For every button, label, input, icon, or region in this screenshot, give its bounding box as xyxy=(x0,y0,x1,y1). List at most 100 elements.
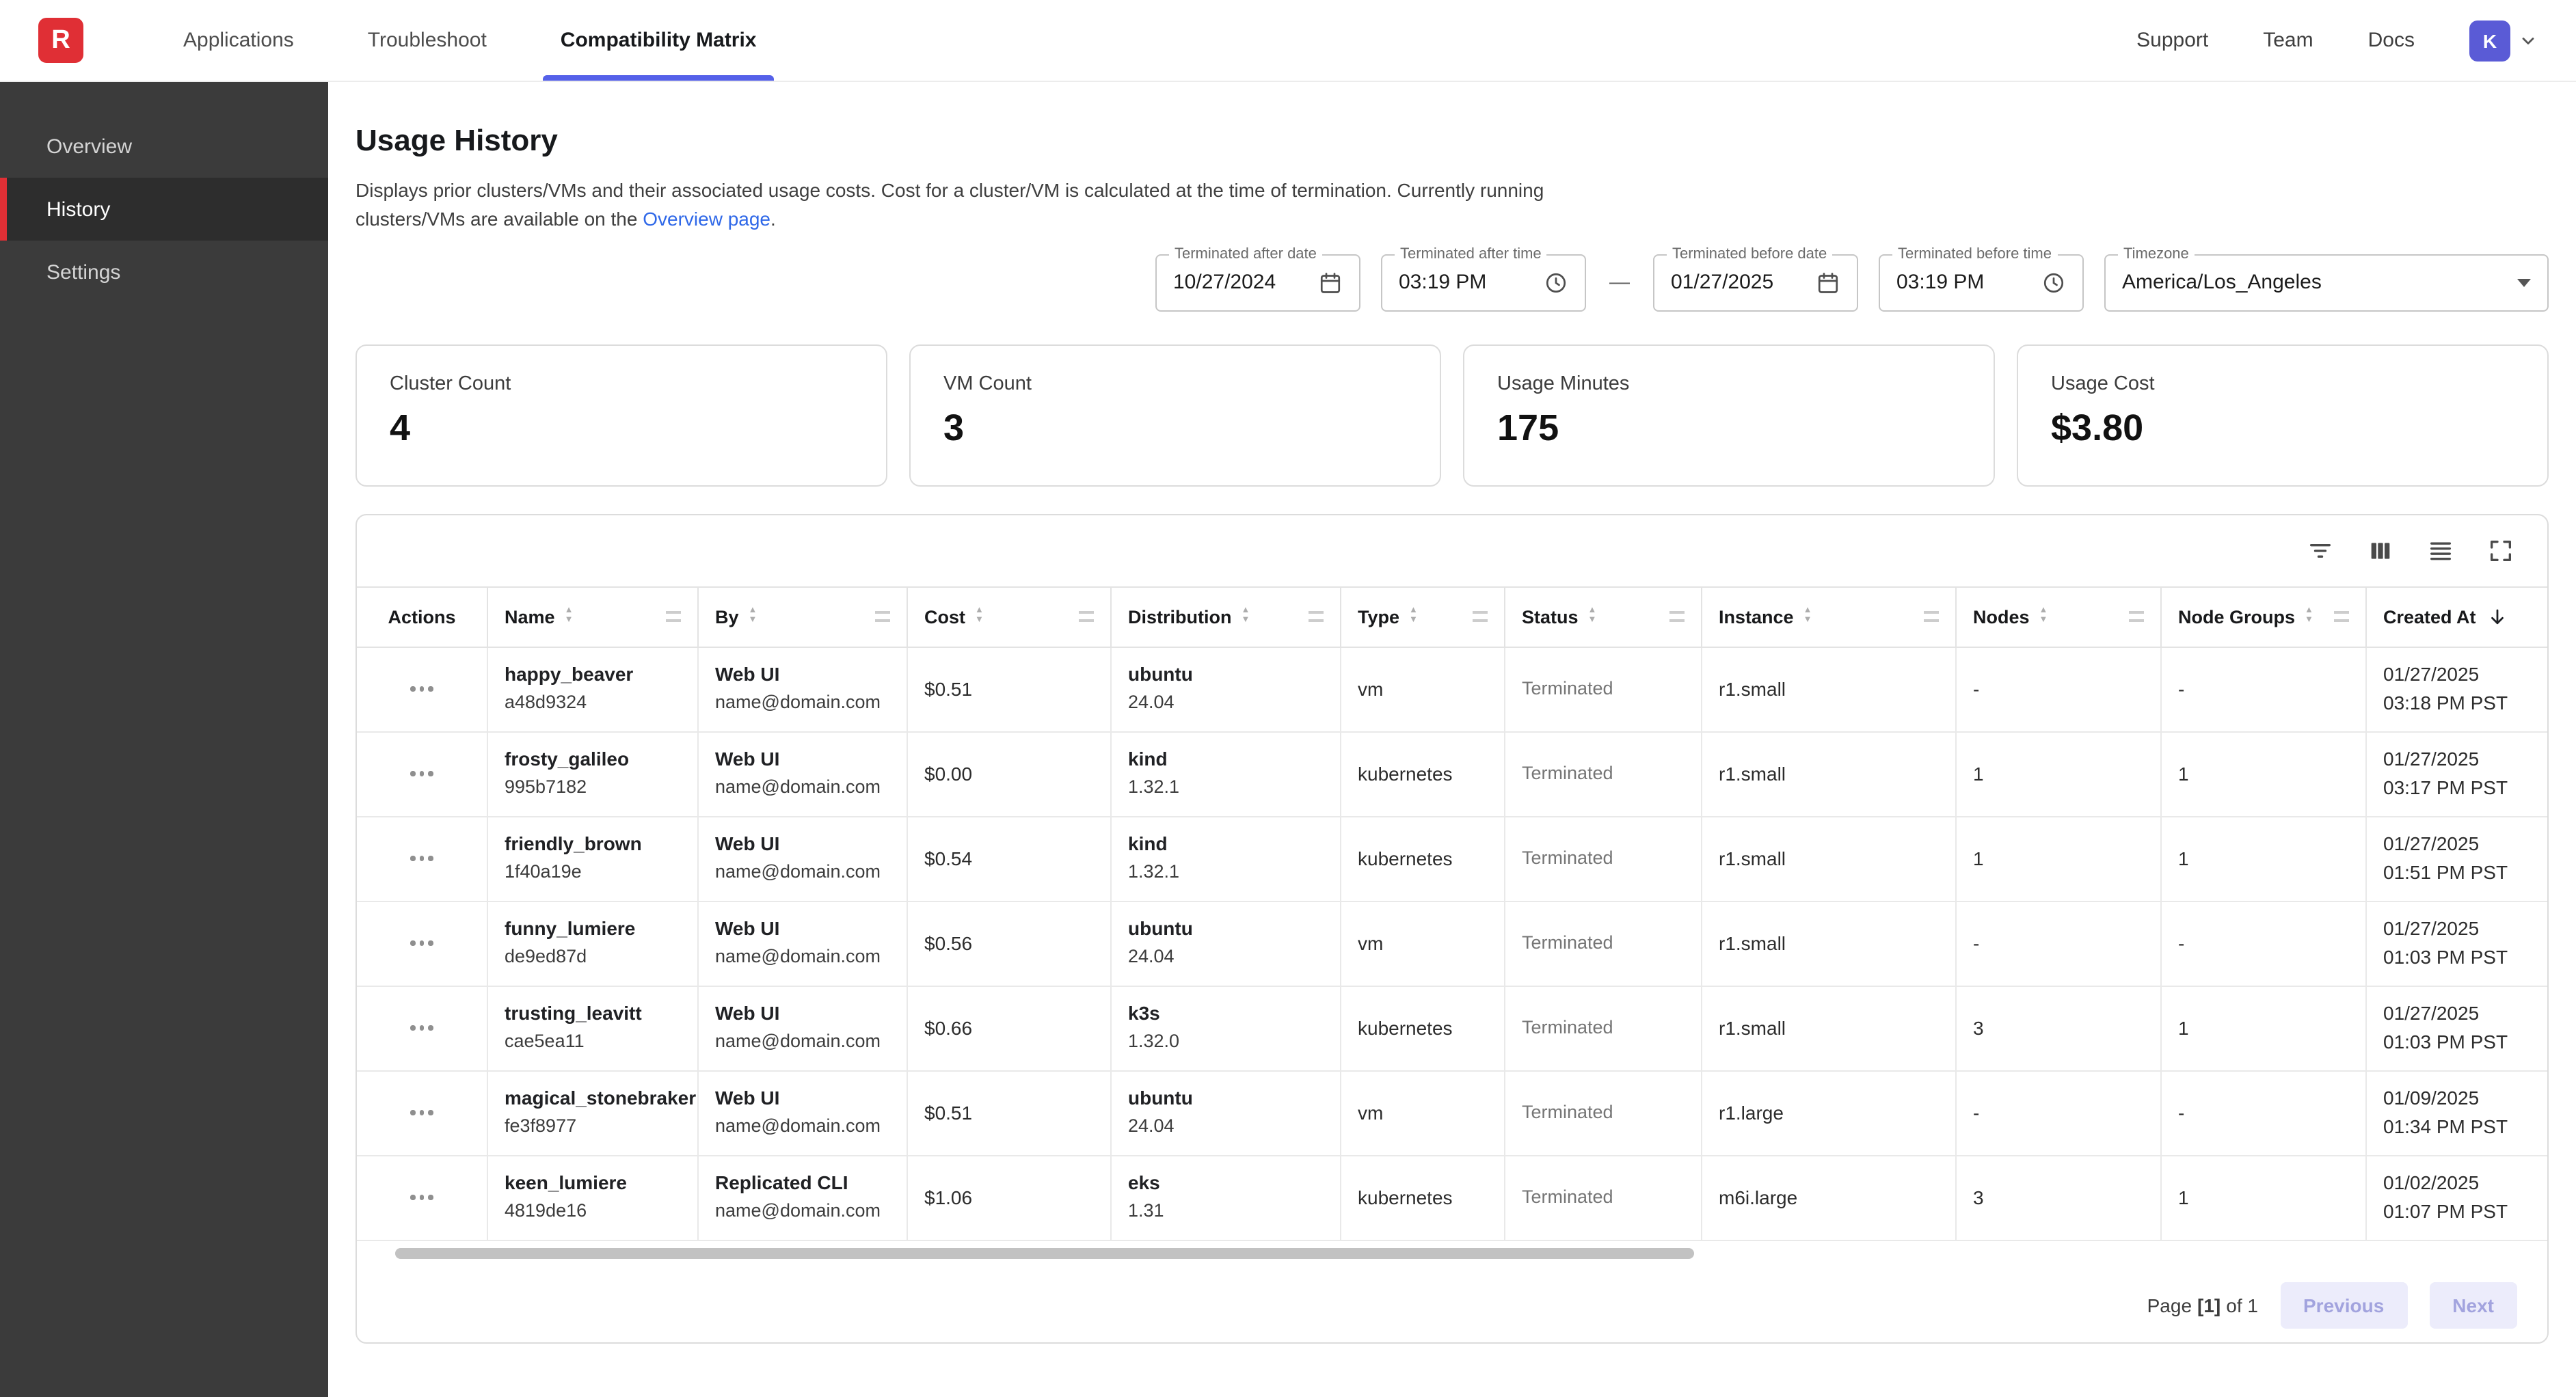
table-row: happy_beaver a48d9324 Web UI name@domain… xyxy=(357,647,2547,732)
row-actions-button[interactable] xyxy=(403,1018,442,1039)
filter-icon[interactable] xyxy=(2307,537,2334,564)
columns-icon[interactable] xyxy=(2367,537,2394,564)
row-actions-button[interactable] xyxy=(403,1187,442,1208)
clock-icon[interactable] xyxy=(1544,270,1568,295)
density-icon[interactable] xyxy=(2427,537,2454,564)
terminated-before-time-field[interactable]: Terminated before time 03:19 PM xyxy=(1879,254,2084,311)
row-actions-button[interactable] xyxy=(403,1102,442,1124)
status-badge: Terminated xyxy=(1522,675,1685,703)
node-groups-value: - xyxy=(2178,929,2349,958)
tab-compatibility-matrix[interactable]: Compatibility Matrix xyxy=(524,0,794,81)
column-header-instance[interactable]: Instance▲▼ xyxy=(1702,587,1957,646)
column-resize-icon[interactable] xyxy=(875,611,890,622)
created-by-source: Web UI xyxy=(715,661,890,690)
sort-icon[interactable]: ▲▼ xyxy=(1803,607,1812,625)
stat-label: VM Count xyxy=(943,372,1407,394)
created-by-email-link[interactable]: name@domain.com xyxy=(715,1198,890,1226)
account-menu[interactable]: K xyxy=(2469,20,2538,61)
table-row: frosty_galileo 995b7182 Web UI name@doma… xyxy=(357,732,2547,817)
sort-icon[interactable]: ▲▼ xyxy=(1409,607,1418,625)
created-by-email-link[interactable]: name@domain.com xyxy=(715,1113,890,1141)
column-resize-icon[interactable] xyxy=(666,611,681,622)
sidebar-item-history[interactable]: History xyxy=(0,178,328,241)
sort-icon[interactable]: ▲▼ xyxy=(1588,607,1597,625)
sort-icon[interactable]: ▲▼ xyxy=(1242,607,1250,625)
column-resize-icon[interactable] xyxy=(2129,611,2144,622)
next-page-button[interactable]: Next xyxy=(2429,1281,2517,1328)
row-actions-button[interactable] xyxy=(403,763,442,785)
instance-cell: r1.small xyxy=(1702,901,1957,985)
terminated-after-date-field[interactable]: Terminated after date 10/27/2024 xyxy=(1155,254,1360,311)
instance-cell: r1.small xyxy=(1702,817,1957,900)
row-actions-button[interactable] xyxy=(403,933,442,954)
sort-desc-icon[interactable] xyxy=(2487,606,2508,627)
column-header-distribution[interactable]: Distribution▲▼ xyxy=(1112,587,1341,646)
created-by-email-link[interactable]: name@domain.com xyxy=(715,690,890,718)
column-resize-icon[interactable] xyxy=(1669,611,1685,622)
sidebar-item-settings[interactable]: Settings xyxy=(0,241,328,303)
column-resize-icon[interactable] xyxy=(1079,611,1094,622)
sort-icon[interactable]: ▲▼ xyxy=(2039,607,2048,625)
nodes-cell: - xyxy=(1957,647,2162,731)
terminated-before-date-value: 01/27/2025 xyxy=(1671,271,1773,294)
row-actions-button[interactable] xyxy=(403,848,442,869)
type-cell: kubernetes xyxy=(1341,732,1505,815)
fullscreen-icon[interactable] xyxy=(2487,537,2514,564)
column-header-created-at[interactable]: Created At xyxy=(2367,587,2547,646)
tab-applications[interactable]: Applications xyxy=(146,0,331,81)
instance-cell: m6i.large xyxy=(1702,1156,1957,1239)
created-by-email-link[interactable]: name@domain.com xyxy=(715,1029,890,1057)
created-by-source: Web UI xyxy=(715,830,890,859)
actions-cell xyxy=(357,817,488,900)
nodes-cell: - xyxy=(1957,1071,2162,1154)
sort-icon[interactable]: ▲▼ xyxy=(565,607,574,625)
column-resize-icon[interactable] xyxy=(2334,611,2349,622)
cluster-id: fe3f8977 xyxy=(505,1113,681,1141)
column-resize-icon[interactable] xyxy=(1924,611,1939,622)
created-by-email-link[interactable]: name@domain.com xyxy=(715,774,890,802)
column-resize-icon[interactable] xyxy=(1473,611,1488,622)
timezone-select[interactable]: Timezone America/Los_Angeles xyxy=(2104,254,2549,311)
sort-icon[interactable]: ▲▼ xyxy=(749,607,757,625)
row-actions-button[interactable] xyxy=(403,679,442,700)
created-by-email-link[interactable]: name@domain.com xyxy=(715,944,890,972)
sort-icon[interactable]: ▲▼ xyxy=(975,607,984,625)
distribution-name: kind xyxy=(1128,830,1324,859)
clock-icon[interactable] xyxy=(2041,270,2066,295)
table-body: happy_beaver a48d9324 Web UI name@domain… xyxy=(357,647,2547,1240)
actions-cell xyxy=(357,901,488,985)
nav-link-docs[interactable]: Docs xyxy=(2368,29,2415,52)
type-value: vm xyxy=(1358,675,1488,703)
column-header-cost[interactable]: Cost▲▼ xyxy=(908,587,1112,646)
created-at-cell: 01/02/2025 01:07 PM PST xyxy=(2367,1156,2547,1239)
column-header-type[interactable]: Type▲▼ xyxy=(1341,587,1505,646)
terminated-before-date-field[interactable]: Terminated before date 01/27/2025 xyxy=(1653,254,1858,311)
column-header-node-groups[interactable]: Node Groups▲▼ xyxy=(2162,587,2367,646)
created-by-email-link[interactable]: name@domain.com xyxy=(715,859,890,887)
horizontal-scrollbar[interactable] xyxy=(395,1247,1694,1258)
column-resize-icon[interactable] xyxy=(1309,611,1324,622)
calendar-icon[interactable] xyxy=(1816,270,1840,295)
nav-link-team[interactable]: Team xyxy=(2263,29,2313,52)
column-header-nodes[interactable]: Nodes▲▼ xyxy=(1957,587,2162,646)
status-cell: Terminated xyxy=(1505,1156,1702,1239)
cluster-id: cae5ea11 xyxy=(505,1029,681,1057)
terminated-after-time-field[interactable]: Terminated after time 03:19 PM xyxy=(1381,254,1586,311)
sort-icon[interactable]: ▲▼ xyxy=(2305,607,2313,625)
column-header-name[interactable]: Name▲▼ xyxy=(488,587,699,646)
top-nav-right: Support Team Docs K xyxy=(2136,20,2538,61)
replicated-logo[interactable]: R xyxy=(38,18,83,63)
column-header-by[interactable]: By▲▼ xyxy=(699,587,908,646)
status-badge: Terminated xyxy=(1522,760,1685,788)
nav-link-support[interactable]: Support xyxy=(2136,29,2208,52)
cost-value: $0.00 xyxy=(924,759,1094,788)
terminated-after-date-value: 10/27/2024 xyxy=(1173,271,1276,294)
previous-page-button[interactable]: Previous xyxy=(2280,1281,2407,1328)
tab-troubleshoot[interactable]: Troubleshoot xyxy=(331,0,524,81)
column-header-status[interactable]: Status▲▼ xyxy=(1505,587,1702,646)
stat-value: 175 xyxy=(1497,407,1961,449)
status-badge: Terminated xyxy=(1522,1184,1685,1212)
calendar-icon[interactable] xyxy=(1318,270,1343,295)
sidebar-item-overview[interactable]: Overview xyxy=(0,115,328,178)
overview-page-link[interactable]: Overview page xyxy=(643,208,770,230)
